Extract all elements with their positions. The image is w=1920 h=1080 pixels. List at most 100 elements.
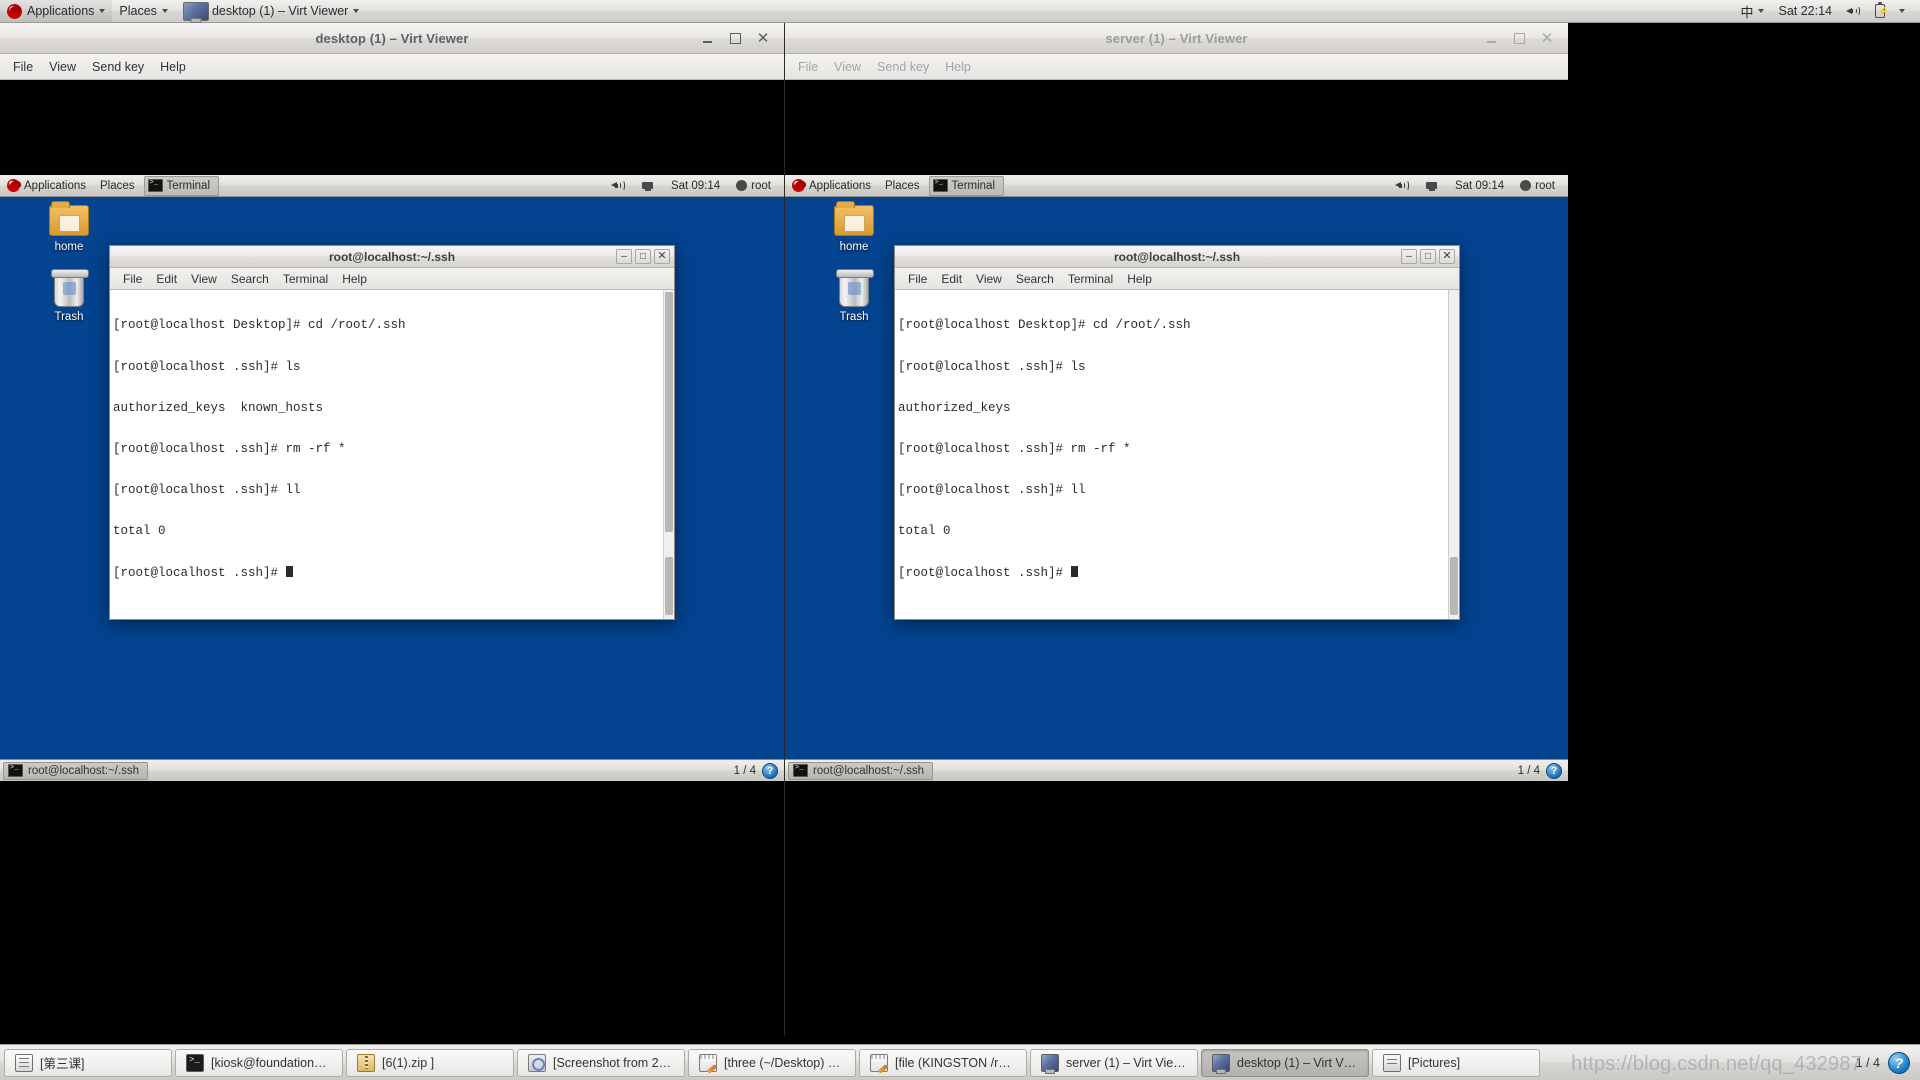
system-menu-button[interactable] bbox=[1892, 0, 1912, 22]
terminal-menu-file[interactable]: File bbox=[901, 270, 934, 288]
terminal-line: [root@localhost .ssh]# rm -rf * bbox=[113, 441, 346, 456]
terminal-maximize-button[interactable]: □ bbox=[635, 249, 651, 264]
taskbar-item-3[interactable]: [Screenshot from 2019... bbox=[517, 1048, 685, 1077]
terminal-menu-edit[interactable]: Edit bbox=[934, 270, 969, 288]
terminal-menu-help[interactable]: Help bbox=[1120, 270, 1159, 288]
terminal-close-button[interactable]: ✕ bbox=[654, 249, 670, 264]
virt-viewer-window-desktop[interactable]: desktop (1) – Virt Viewer ✕ File View Se… bbox=[0, 23, 784, 1036]
terminal-menu-view[interactable]: View bbox=[969, 270, 1009, 288]
guest-places-menu[interactable]: Places bbox=[878, 175, 927, 196]
guest-network-button[interactable] bbox=[635, 180, 662, 192]
guest-task-terminal[interactable]: Terminal bbox=[143, 175, 220, 196]
terminal-menu-edit[interactable]: Edit bbox=[149, 270, 184, 288]
terminal-maximize-button[interactable]: □ bbox=[1420, 249, 1436, 264]
taskbar-item-0[interactable]: [第三课] bbox=[4, 1048, 172, 1077]
vv-menu-sendkey[interactable]: Send key bbox=[869, 58, 937, 76]
vv-menu-file[interactable]: File bbox=[790, 58, 826, 76]
terminal-titlebar[interactable]: root@localhost:~/.ssh – □ ✕ bbox=[110, 246, 674, 268]
help-icon[interactable]: ? bbox=[1546, 762, 1562, 779]
host-window-selector[interactable]: desktop (1) – Virt Viewer bbox=[175, 0, 367, 22]
terminal-output-server[interactable]: [root@localhost Desktop]# cd /root/.ssh … bbox=[895, 290, 1459, 619]
guest-clock[interactable]: Sat 09:14 bbox=[664, 180, 727, 192]
guest-workspace-indicator[interactable]: 1 / 4 bbox=[734, 765, 756, 777]
guest-volume-button[interactable] bbox=[604, 179, 633, 192]
guest-places-menu[interactable]: Places bbox=[93, 175, 142, 196]
host-taskbar-right: 1 / 4 ? bbox=[1856, 1051, 1916, 1074]
terminal-minimize-button[interactable]: – bbox=[1401, 249, 1417, 264]
terminal-menu-terminal[interactable]: Terminal bbox=[1061, 270, 1120, 288]
desktop-icon-trash[interactable]: Trash bbox=[817, 269, 891, 323]
maximize-button[interactable] bbox=[1511, 30, 1527, 46]
monitor-icon bbox=[182, 1, 209, 21]
taskbar-item-5[interactable]: [file (KINGSTON /run/m... bbox=[859, 1048, 1027, 1077]
taskbar-item-2[interactable]: [6(1).zip ] bbox=[346, 1048, 514, 1077]
taskbar-item-6[interactable]: server (1) – Virt Viewer bbox=[1030, 1048, 1198, 1077]
host-applications-menu[interactable]: Applications bbox=[0, 0, 113, 22]
guest-taskbar-item-label: root@localhost:~/.ssh bbox=[28, 764, 140, 777]
vv-menu-view[interactable]: View bbox=[826, 58, 869, 76]
maximize-button[interactable] bbox=[727, 30, 743, 46]
host-clock[interactable]: Sat 22:14 bbox=[1771, 0, 1839, 22]
taskbar-item-7[interactable]: desktop (1) – Virt Viewer bbox=[1201, 1048, 1369, 1077]
host-workspace-indicator[interactable]: 1 / 4 bbox=[1856, 1056, 1880, 1070]
terminal-scrollbar[interactable] bbox=[1448, 290, 1459, 619]
guest-network-button[interactable] bbox=[1419, 180, 1446, 192]
terminal-menu-view[interactable]: View bbox=[184, 270, 224, 288]
terminal-line: [root@localhost .ssh]# rm -rf * bbox=[898, 441, 1131, 456]
vv-menu-sendkey[interactable]: Send key bbox=[84, 58, 152, 76]
guest-applications-menu[interactable]: Applications bbox=[785, 175, 878, 196]
guest-places-label: Places bbox=[885, 179, 920, 192]
guest-workspace-indicator[interactable]: 1 / 4 bbox=[1518, 765, 1540, 777]
help-icon[interactable]: ? bbox=[1888, 1051, 1910, 1074]
guest-volume-button[interactable] bbox=[1388, 179, 1417, 192]
terminal-output-desktop[interactable]: [root@localhost Desktop]# cd /root/.ssh … bbox=[110, 290, 674, 619]
minimize-button[interactable] bbox=[699, 30, 715, 46]
host-places-menu[interactable]: Places bbox=[112, 0, 175, 22]
vv-menu-help[interactable]: Help bbox=[937, 58, 979, 76]
desktop-icon-trash[interactable]: Trash bbox=[32, 269, 106, 323]
host-clock-label: Sat 22:14 bbox=[1778, 4, 1832, 18]
vv-desktop-blank-top bbox=[0, 80, 784, 175]
archive-icon bbox=[357, 1053, 375, 1072]
terminal-menubar: File Edit View Search Terminal Help bbox=[110, 268, 674, 290]
desktop-icon-home[interactable]: home bbox=[817, 199, 891, 253]
terminal-menu-search[interactable]: Search bbox=[224, 270, 276, 288]
vv-menu-file[interactable]: File bbox=[5, 58, 41, 76]
vv-menu-view[interactable]: View bbox=[41, 58, 84, 76]
terminal-menu-help[interactable]: Help bbox=[335, 270, 374, 288]
close-button[interactable]: ✕ bbox=[1539, 30, 1555, 46]
guest-user-menu[interactable]: root bbox=[729, 180, 778, 192]
guest-clock[interactable]: Sat 09:14 bbox=[1448, 180, 1511, 192]
guest-taskbar-item[interactable]: root@localhost:~/.ssh bbox=[788, 761, 934, 780]
virt-viewer-window-server[interactable]: server (1) – Virt Viewer ✕ File View Sen… bbox=[784, 23, 1568, 1036]
volume-button[interactable] bbox=[1839, 0, 1868, 22]
battery-button[interactable]: ⚡ bbox=[1868, 0, 1892, 22]
guest-taskbar-item[interactable]: root@localhost:~/.ssh bbox=[3, 761, 149, 780]
desktop-icon-home[interactable]: home bbox=[32, 199, 106, 253]
minimize-button[interactable] bbox=[1483, 30, 1499, 46]
taskbar-item-8[interactable]: [Pictures] bbox=[1372, 1048, 1540, 1077]
red-hat-logo-icon bbox=[792, 179, 805, 192]
guest-user-menu[interactable]: root bbox=[1513, 180, 1562, 192]
terminal-menu-file[interactable]: File bbox=[116, 270, 149, 288]
help-icon[interactable]: ? bbox=[762, 762, 778, 779]
guest-task-terminal[interactable]: Terminal bbox=[928, 175, 1005, 196]
terminal-window-desktop[interactable]: root@localhost:~/.ssh – □ ✕ File Edit Vi… bbox=[109, 245, 675, 620]
vv-desktop-titlebar[interactable]: desktop (1) – Virt Viewer ✕ bbox=[0, 23, 784, 54]
input-method-indicator[interactable]: 中 bbox=[1733, 0, 1771, 22]
taskbar-item-4[interactable]: [three (~/Desktop) – ge... bbox=[688, 1048, 856, 1077]
taskbar-item-label: [第三课] bbox=[40, 1057, 85, 1071]
terminal-window-server[interactable]: root@localhost:~/.ssh – □ ✕ File Edit Vi… bbox=[894, 245, 1460, 620]
terminal-close-button[interactable]: ✕ bbox=[1439, 249, 1455, 264]
guest-applications-menu[interactable]: Applications bbox=[0, 175, 93, 196]
terminal-scrollbar[interactable] bbox=[663, 290, 674, 619]
vv-server-titlebar[interactable]: server (1) – Virt Viewer ✕ bbox=[785, 23, 1568, 54]
close-button[interactable]: ✕ bbox=[755, 30, 771, 46]
taskbar-item-1[interactable]: [kiosk@foundation67:~/... bbox=[175, 1048, 343, 1077]
terminal-titlebar[interactable]: root@localhost:~/.ssh – □ ✕ bbox=[895, 246, 1459, 268]
guest-taskbar-right: 1 / 4 ? bbox=[734, 762, 781, 779]
terminal-menu-search[interactable]: Search bbox=[1009, 270, 1061, 288]
vv-menu-help[interactable]: Help bbox=[152, 58, 194, 76]
terminal-menu-terminal[interactable]: Terminal bbox=[276, 270, 335, 288]
terminal-minimize-button[interactable]: – bbox=[616, 249, 632, 264]
